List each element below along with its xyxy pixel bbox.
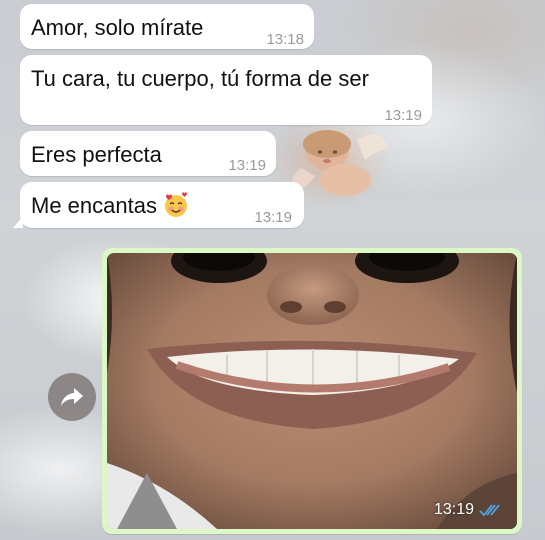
message-timestamp: 13:19 (254, 209, 292, 226)
message-text: Eres perfecta (31, 142, 162, 167)
bubble-tail (13, 216, 23, 228)
shared-photo-image (107, 253, 517, 529)
smiling-face-with-hearts-icon (164, 192, 187, 217)
message-text-with-emoji: Me encantas (31, 192, 189, 220)
photo-time-text: 13:19 (433, 501, 474, 518)
message-timestamp: 13:19 (384, 107, 422, 124)
message-bubble[interactable]: Amor, solo mírate 13:18 (20, 4, 314, 49)
message-timestamp: 13:18 (266, 31, 304, 48)
message-bubble[interactable]: Tu cara, tu cuerpo, tú forma de ser 13:1… (20, 55, 432, 125)
photo-message-bubble[interactable]: 13:19 (102, 248, 522, 534)
forward-button[interactable] (48, 373, 96, 421)
message-text: Amor, solo mírate (31, 15, 204, 40)
double-check-icon (479, 504, 500, 517)
message-bubble[interactable]: Eres perfecta 13:19 (20, 131, 276, 176)
photo-thumbnail[interactable]: 13:19 (107, 253, 517, 529)
message-text: Me encantas (31, 193, 157, 218)
message-bubble[interactable]: Me encantas 13:19 (13, 182, 304, 228)
message-timestamp: 13:19 (228, 157, 266, 174)
forward-arrow-icon (61, 388, 83, 406)
photo-timestamp: 13:19 (434, 501, 503, 519)
message-text: Tu cara, tu cuerpo, tú forma de ser (31, 66, 369, 91)
